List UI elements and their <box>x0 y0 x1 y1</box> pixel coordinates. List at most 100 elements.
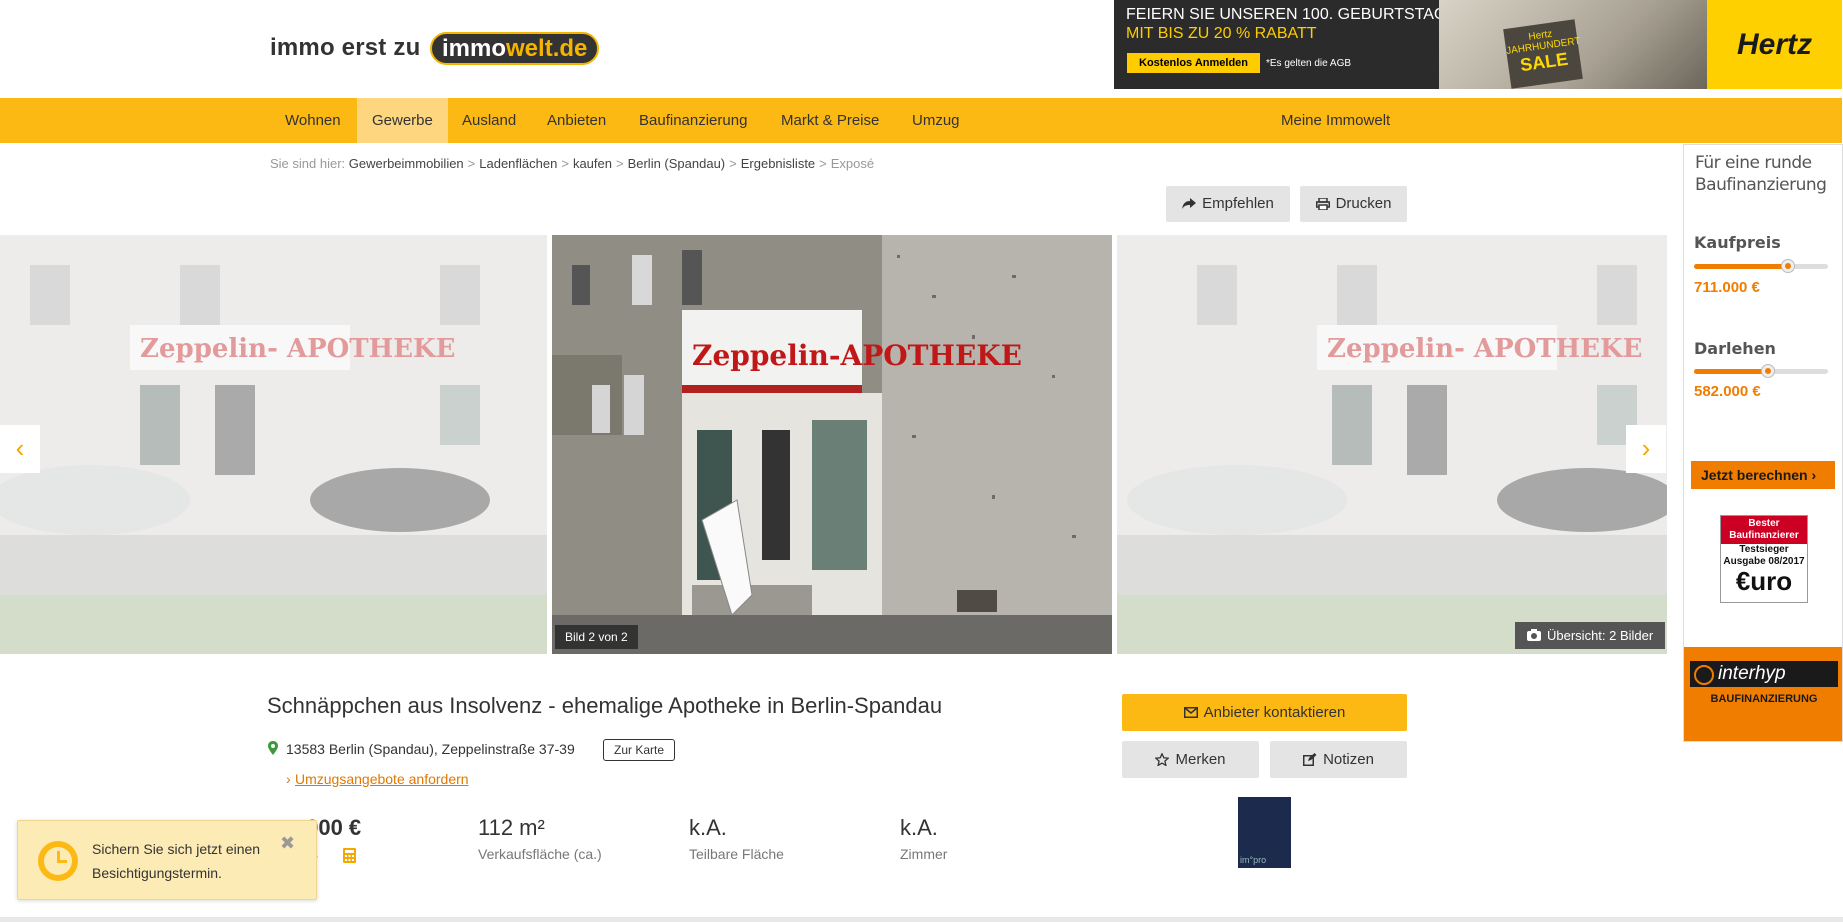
breadcrumb-current: Exposé <box>830 156 875 171</box>
price-slider-fill <box>1694 264 1788 269</box>
seal-mid: Testsieger Ausgabe 08/2017 <box>1723 544 1805 567</box>
fact-divisible-label: Teilbare Fläche <box>689 846 784 862</box>
breadcrumb-separator: > <box>615 156 624 171</box>
interhyp-wordmark: interhyp <box>1690 661 1838 687</box>
calculate-label: Jetzt berechnen <box>1701 467 1808 483</box>
ad-register-button[interactable]: Kostenlos Anmelden <box>1127 53 1260 73</box>
breadcrumb-link-berlin-spandau[interactable]: Berlin (Spandau) <box>628 156 726 171</box>
immowelt-logo[interactable]: immowelt.de <box>430 32 600 65</box>
finance-widget-title: Für eine runde Baufinanzierung <box>1695 153 1827 195</box>
fact-rooms-value: k.A. <box>900 815 938 840</box>
breadcrumb-link-gewerbeimmobilien[interactable]: Gewerbeimmobilien <box>349 156 464 171</box>
gallery-photo-previous[interactable]: Zeppelin- APOTHEKE <box>0 235 547 654</box>
calculate-button[interactable]: Jetzt berechnen › <box>1691 461 1835 489</box>
nav-item-markt-preise[interactable]: Markt & Preise <box>766 98 894 143</box>
price-label: Kaufpreis <box>1694 233 1781 252</box>
page: immo erst zu immowelt.de FEIERN SIE UNSE… <box>0 0 1843 922</box>
ad-banner[interactable]: FEIERN SIE UNSEREN 100. GEBURTSTAG MIT B… <box>1114 0 1842 89</box>
finance-widget: Für eine runde Baufinanzierung Kaufpreis… <box>1683 144 1843 742</box>
contact-provider-button[interactable]: Anbieter kontaktieren <box>1122 694 1407 731</box>
seal-top: Bester Baufinanzierer <box>1721 516 1807 544</box>
price-slider[interactable] <box>1694 259 1828 273</box>
nav-item-anbieten[interactable]: Anbieten <box>532 98 621 143</box>
nav-item-baufinanzierung[interactable]: Baufinanzierung <box>624 98 762 143</box>
breadcrumb-separator: > <box>819 156 827 171</box>
ad-subline: MIT BIS ZU 20 % RABATT <box>1126 25 1317 42</box>
fact-area-value: 112 m² <box>478 815 545 840</box>
main-nav: Wohnen Gewerbe Ausland Anbieten Baufinan… <box>0 98 1842 143</box>
calculator-icon[interactable] <box>343 848 356 863</box>
recommend-label: Empfehlen <box>1202 195 1274 212</box>
close-icon[interactable]: ✖ <box>280 833 295 854</box>
storefront-main-image: Zeppelin-APOTHEKE <box>552 235 1112 654</box>
star-icon <box>1154 752 1171 767</box>
recommend-button[interactable]: Empfehlen <box>1166 186 1290 222</box>
loan-slider[interactable] <box>1694 364 1828 378</box>
loan-slider-fill <box>1694 369 1768 374</box>
ad-headline: FEIERN SIE UNSEREN 100. GEBURTSTAG <box>1126 6 1447 23</box>
fact-divisible-value: k.A. <box>689 815 727 840</box>
breadcrumb-separator: > <box>561 156 569 171</box>
loan-value: 582.000 € <box>1694 383 1761 400</box>
toast-message: Sichern Sie sich jetzt einen Besichtigun… <box>92 841 261 881</box>
clock-icon <box>38 841 78 881</box>
appointment-toast[interactable]: Sichern Sie sich jetzt einen Besichtigun… <box>17 820 317 900</box>
interhyp-subline: BAUFINANZIERUNG <box>1710 693 1818 705</box>
edit-icon <box>1303 753 1317 766</box>
overview-label: Übersicht: 2 Bilder <box>1547 628 1654 643</box>
clock-hand <box>57 860 67 863</box>
nav-item-umzug[interactable]: Umzug <box>897 98 975 143</box>
gallery-prev-button[interactable]: ‹ <box>0 425 40 473</box>
envelope-icon <box>1183 707 1198 718</box>
seal-brand: €uro <box>1735 566 1793 596</box>
test-winner-seal: Bester Baufinanzierer Testsieger Ausgabe… <box>1720 515 1808 603</box>
breadcrumb-link-ladenflaechen[interactable]: Ladenflächen <box>479 156 557 171</box>
interhyp-logo[interactable]: interhyp BAUFINANZIERUNG <box>1684 647 1842 741</box>
listing-address: 13583 Berlin (Spandau), Zeppelinstraße 3… <box>286 741 575 757</box>
chevron-right-icon: › <box>1641 433 1651 463</box>
moving-offers-link[interactable]: Umzugsangebote anfordern <box>295 771 469 787</box>
breadcrumb-link-kaufen[interactable]: kaufen <box>573 156 612 171</box>
gallery-photo-next[interactable]: Zeppelin- APOTHEKE <box>1117 235 1667 654</box>
svg-text:Zeppelin-APOTHEKE: Zeppelin-APOTHEKE <box>692 339 1022 372</box>
notes-button[interactable]: Notizen <box>1270 741 1407 778</box>
ad-sale-tag: Hertz JAHRHUNDERT SALE <box>1503 19 1583 89</box>
ad-brand-logo: Hertz <box>1707 0 1842 89</box>
save-label: Merken <box>1175 751 1226 768</box>
show-map-button[interactable]: Zur Karte <box>603 739 676 761</box>
logo-main: immo <box>442 35 507 62</box>
listing-title: Schnäppchen aus Insolvenz - ehemalige Ap… <box>267 693 943 718</box>
breadcrumb-separator: > <box>729 156 737 171</box>
print-button[interactable]: Drucken <box>1300 186 1407 222</box>
photo-fade-overlay <box>0 235 547 654</box>
provider-logo-text: im°pro <box>1240 855 1267 865</box>
gallery-photo-current[interactable]: Zeppelin-APOTHEKE <box>552 235 1112 654</box>
share-icon <box>1182 198 1197 209</box>
image-counter: Bild 2 von 2 <box>555 625 638 649</box>
fact-area-label: Verkaufsfläche (ca.) <box>478 846 602 862</box>
logo-suffix: welt.de <box>506 35 588 62</box>
breadcrumb-separator: > <box>467 156 476 171</box>
ad-note: *Es gelten die AGB <box>1266 58 1352 69</box>
map-pin-icon <box>268 741 278 755</box>
price-value: 711.000 € <box>1694 279 1760 296</box>
nav-item-ausland[interactable]: Ausland <box>447 98 531 143</box>
tagline: immo erst zu <box>270 34 421 61</box>
footer-divider <box>0 917 1843 922</box>
chevron-left-icon: ‹ <box>15 433 25 463</box>
price-slider-handle[interactable] <box>1780 259 1795 273</box>
print-label: Drucken <box>1335 195 1392 212</box>
nav-item-meine-immowelt[interactable]: Meine Immowelt <box>1266 98 1405 143</box>
nav-item-gewerbe[interactable]: Gewerbe <box>357 98 448 143</box>
provider-logo[interactable]: im°pro <box>1238 797 1291 868</box>
gallery-overview-button[interactable]: Übersicht: 2 Bilder <box>1515 622 1666 649</box>
breadcrumb: Sie sind hier: Gewerbeimmobilien > Ladenfl… <box>270 156 874 171</box>
notes-label: Notizen <box>1323 751 1374 768</box>
chevron-right-icon: › <box>286 771 291 787</box>
loan-slider-handle[interactable] <box>1760 364 1775 378</box>
chevron-right-icon: › <box>1811 467 1817 483</box>
breadcrumb-link-ergebnisliste[interactable]: Ergebnisliste <box>741 156 815 171</box>
nav-item-wohnen[interactable]: Wohnen <box>270 98 356 143</box>
save-button[interactable]: Merken <box>1122 741 1259 778</box>
gallery-next-button[interactable]: › <box>1626 425 1666 473</box>
